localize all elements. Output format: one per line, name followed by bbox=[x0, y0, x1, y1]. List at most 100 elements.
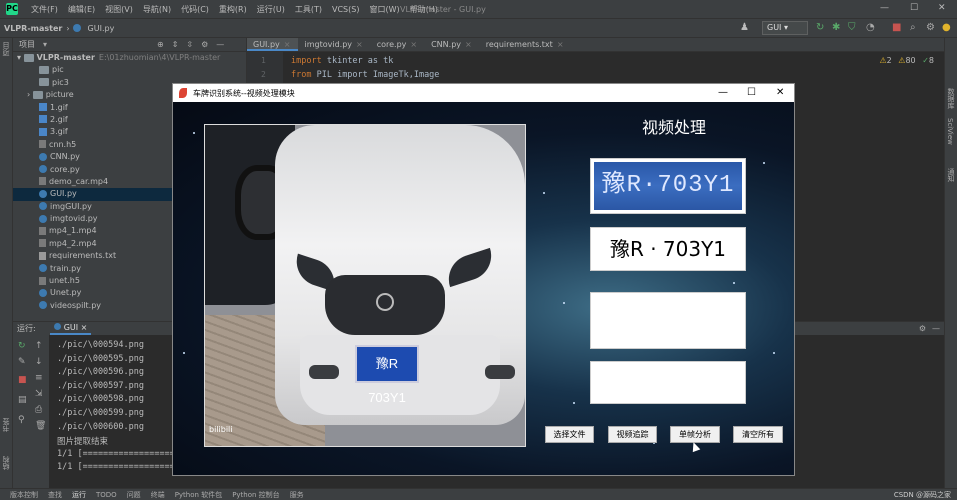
dialog-titlebar[interactable]: 车牌识别系统--视频处理模块 — ☐ ✕ bbox=[173, 84, 794, 102]
project-tool-tab[interactable]: 项目 bbox=[1, 42, 11, 56]
menu-navigate[interactable]: 导航(N) bbox=[138, 4, 176, 15]
tree-root[interactable]: ▾ VLPR-master E:\01zhuomian\4\VLPR-master bbox=[13, 52, 246, 64]
database-tool-tab[interactable]: 数据库 bbox=[946, 88, 956, 109]
folder-icon bbox=[23, 53, 34, 62]
status-problems[interactable]: 问题 bbox=[127, 490, 141, 500]
wrap-icon[interactable]: ≡ bbox=[35, 373, 43, 383]
tree-item[interactable]: pic bbox=[13, 64, 246, 76]
status-python-console[interactable]: Python 控制台 bbox=[232, 490, 280, 500]
coverage-icon[interactable]: ⛉ bbox=[848, 22, 856, 33]
menu-file[interactable]: 文件(F) bbox=[26, 4, 63, 15]
close-tab-icon[interactable]: × bbox=[465, 40, 472, 49]
editor-tab-imgtovid[interactable]: imgtovid.py × bbox=[298, 38, 370, 51]
menu-run[interactable]: 运行(U) bbox=[252, 4, 290, 15]
minimize-icon[interactable]: — bbox=[718, 87, 728, 98]
close-tab-icon[interactable]: × bbox=[356, 40, 363, 49]
tree-item-label: picture bbox=[45, 90, 74, 100]
breadcrumb-project[interactable]: VLPR-master bbox=[0, 24, 66, 33]
maximize-icon[interactable]: ☐ bbox=[747, 87, 756, 98]
video-license-plate: 豫R 703Y1 bbox=[355, 345, 419, 405]
menu-view[interactable]: 视图(V) bbox=[100, 4, 138, 15]
status-vcs[interactable]: 版本控制 bbox=[10, 490, 38, 500]
menu-code[interactable]: 代码(C) bbox=[176, 4, 214, 15]
chevron-down-icon[interactable]: ▾ bbox=[43, 40, 47, 49]
user-icon[interactable]: ♟ bbox=[740, 22, 749, 33]
menu-refactor[interactable]: 重构(R) bbox=[214, 4, 252, 15]
chevron-right-icon[interactable]: › bbox=[27, 90, 33, 99]
close-icon[interactable]: ✕ bbox=[776, 87, 784, 98]
project-panel-title[interactable]: 项目 bbox=[19, 39, 35, 50]
tree-item-label: videospilt.py bbox=[50, 300, 102, 310]
close-icon[interactable]: ✕ bbox=[938, 3, 946, 13]
close-tab-icon[interactable]: × bbox=[284, 40, 291, 49]
print-icon[interactable]: ⎙ bbox=[35, 405, 42, 415]
select-file-button[interactable]: 选择文件 bbox=[545, 426, 594, 443]
debug-icon[interactable]: ✱ bbox=[832, 22, 840, 33]
menu-vcs[interactable]: VCS(S) bbox=[327, 5, 364, 14]
menu-edit[interactable]: 编辑(E) bbox=[63, 4, 100, 15]
video-foglight bbox=[485, 365, 515, 379]
tree-item-label: 3.gif bbox=[50, 127, 68, 137]
dialog-body: 豫R 703Y1 bilibili 视频处理 豫R·703Y1 豫R · 703… bbox=[173, 102, 794, 475]
collapse-icon[interactable]: ⇳ bbox=[186, 40, 193, 49]
hide-icon[interactable]: — bbox=[932, 324, 940, 333]
arrow-down-icon[interactable]: ↓ bbox=[35, 357, 43, 367]
locate-icon[interactable]: ⊕ bbox=[157, 40, 164, 49]
rerun-icon[interactable]: ↻ bbox=[816, 22, 824, 33]
code-line[interactable]: import tkinter as tk bbox=[291, 56, 393, 66]
search-icon[interactable]: ⌕ bbox=[910, 22, 916, 33]
editor-tab-core[interactable]: core.py × bbox=[371, 38, 425, 51]
status-services[interactable]: 服务 bbox=[290, 490, 304, 500]
pin-icon[interactable]: ⚲ bbox=[18, 415, 25, 425]
close-tab-icon[interactable]: × bbox=[410, 40, 417, 49]
file-icon bbox=[39, 251, 46, 260]
stop-icon[interactable]: ■ bbox=[18, 375, 27, 385]
run-config-select[interactable]: GUI ▾ bbox=[762, 21, 808, 35]
profile-icon[interactable]: ◔ bbox=[866, 22, 875, 33]
notifications-tool-tab[interactable]: 通知 bbox=[946, 168, 956, 182]
menu-window[interactable]: 窗口(W) bbox=[364, 4, 404, 15]
project-panel-header: 项目 ▾ ⊕ ⇕ ⇳ ⚙ — bbox=[13, 38, 246, 52]
car-emblem-icon bbox=[376, 293, 394, 311]
status-python-packages[interactable]: Python 软件包 bbox=[175, 490, 223, 500]
arrow-up-icon[interactable]: ↑ bbox=[35, 341, 43, 351]
layout-icon[interactable]: ▤ bbox=[18, 395, 27, 405]
console-line: ./pic/\000595.png bbox=[57, 353, 144, 364]
code-line[interactable]: from PIL import ImageTk,Image bbox=[291, 70, 439, 80]
status-run[interactable]: 运行 bbox=[72, 490, 86, 500]
maximize-icon[interactable]: ☐ bbox=[910, 3, 918, 13]
update-icon[interactable]: ● bbox=[942, 22, 951, 33]
video-tracking-button[interactable]: 视频追踪 bbox=[608, 426, 657, 443]
gear-icon[interactable]: ⚙ bbox=[919, 324, 926, 333]
clear-all-button[interactable]: 清空所有 bbox=[733, 426, 783, 443]
gear-icon[interactable]: ⚙ bbox=[201, 40, 208, 49]
menu-tools[interactable]: 工具(T) bbox=[290, 4, 327, 15]
run-tab-gui[interactable]: GUI × bbox=[49, 322, 92, 335]
stop-icon[interactable]: ■ bbox=[892, 22, 901, 33]
rerun-icon[interactable]: ↻ bbox=[18, 341, 26, 351]
expand-icon[interactable]: ⇕ bbox=[172, 40, 179, 49]
editor-tab-gui[interactable]: GUI.py × bbox=[247, 38, 299, 51]
trash-icon[interactable]: 🗑 bbox=[35, 421, 46, 431]
status-terminal[interactable]: 终端 bbox=[151, 490, 165, 500]
close-tab-icon[interactable]: × bbox=[557, 40, 564, 49]
status-todo[interactable]: TODO bbox=[96, 491, 117, 499]
structure-tool-tab[interactable]: 结构 bbox=[1, 456, 11, 470]
bookmarks-tool-tab[interactable]: 书签 bbox=[1, 418, 11, 432]
minimize-icon[interactable]: — bbox=[880, 3, 889, 13]
file-icon bbox=[39, 127, 47, 136]
breadcrumb-file[interactable]: GUI.py bbox=[84, 24, 119, 33]
hide-icon[interactable]: — bbox=[216, 40, 224, 49]
scroll-end-icon[interactable]: ⇲ bbox=[35, 389, 43, 399]
settings-icon[interactable]: ⚙ bbox=[926, 22, 935, 33]
file-icon bbox=[39, 103, 47, 112]
editor-tab-cnn[interactable]: CNN.py × bbox=[425, 38, 480, 51]
editor-tab-requirements[interactable]: requirements.txt × bbox=[480, 38, 572, 51]
sciview-tool-tab[interactable]: SciView bbox=[946, 118, 954, 145]
tree-item-label: pic3 bbox=[52, 77, 69, 87]
wrench-icon[interactable]: ✎ bbox=[18, 357, 26, 367]
console-line: ./pic/\000596.png bbox=[57, 367, 144, 378]
inspection-widget[interactable]: ⚠2 ⚠80 ✓8 bbox=[879, 56, 934, 65]
run-tab-label: GUI bbox=[63, 323, 79, 332]
status-find[interactable]: 查找 bbox=[48, 490, 62, 500]
